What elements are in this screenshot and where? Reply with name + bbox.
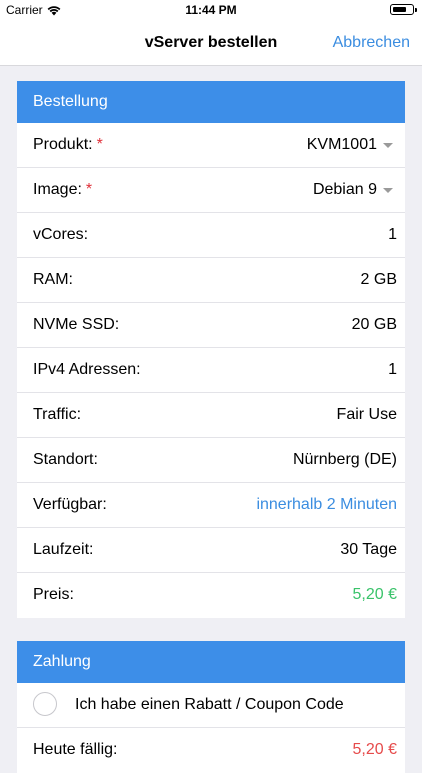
image-row[interactable]: Image: * Debian 9 (17, 168, 405, 213)
required-mark: * (96, 136, 103, 153)
location-row: Standort: Nürnberg (DE) (17, 438, 405, 483)
vcores-row: vCores: 1 (17, 213, 405, 258)
location-label: Standort: (33, 451, 98, 468)
coupon-label: Ich habe einen Rabatt / Coupon Code (75, 696, 344, 713)
dropdown-arrow-icon[interactable] (383, 188, 393, 193)
product-row[interactable]: Produkt: * KVM1001 (17, 123, 405, 168)
price-row: Preis: 5,20 € (17, 573, 405, 618)
price-value: 5,20 € (352, 586, 397, 603)
vcores-value: 1 (388, 226, 397, 243)
battery-icon (390, 4, 417, 15)
order-details-list: Produkt: * KVM1001 Image: * Debian 9 vCore… (17, 123, 405, 618)
payment-section-header: Zahlung (17, 641, 405, 683)
traffic-label: Traffic: (33, 406, 82, 423)
ram-row: RAM: 2 GB (17, 258, 405, 303)
term-label: Laufzeit: (33, 541, 94, 558)
traffic-value: Fair Use (336, 406, 397, 423)
ram-value: 2 GB (360, 271, 397, 288)
navigation-bar: vServer bestellen Abbrechen (0, 22, 422, 66)
location-value: Nürnberg (DE) (292, 451, 397, 468)
term-value: 30 Tage (340, 541, 397, 558)
cancel-button[interactable]: Abbrechen (333, 34, 410, 52)
battery-level (392, 6, 406, 12)
ssd-label: NVMe SSD: (33, 316, 120, 333)
coupon-row[interactable]: Ich habe einen Rabatt / Coupon Code (17, 683, 405, 728)
status-bar: Carrier 11:44 PM (0, 0, 422, 22)
ipv4-label: IPv4 Adressen: (33, 361, 141, 378)
coupon-radio-button[interactable] (33, 692, 57, 716)
price-label: Preis: (33, 586, 74, 603)
product-label: Produkt: * (33, 136, 103, 153)
ram-label: RAM: (33, 271, 73, 288)
image-label: Image: * (33, 181, 93, 198)
ipv4-row: IPv4 Adressen: 1 (17, 348, 405, 393)
availability-label: Verfügbar: (33, 496, 107, 513)
required-mark: * (85, 181, 93, 198)
traffic-row: Traffic: Fair Use (17, 393, 405, 438)
due-today-value: 5,20 € (352, 741, 397, 758)
image-select[interactable]: Debian 9 (313, 181, 377, 199)
term-row: Laufzeit: 30 Tage (17, 528, 405, 573)
payment-list: Ich habe einen Rabatt / Coupon Code Heut… (17, 683, 405, 773)
ssd-value: 20 GB (351, 316, 397, 333)
ssd-row: NVMe SSD: 20 GB (17, 303, 405, 348)
due-today-row: Heute fällig: 5,20 € (17, 728, 405, 773)
ipv4-value: 1 (388, 361, 397, 378)
availability-value: innerhalb 2 Minuten (256, 496, 397, 513)
status-time: 11:44 PM (185, 3, 237, 17)
product-select[interactable]: KVM1001 (307, 136, 377, 154)
order-section-header: Bestellung (17, 81, 405, 123)
dropdown-arrow-icon[interactable] (383, 143, 393, 148)
availability-row: Verfügbar: innerhalb 2 Minuten (17, 483, 405, 528)
due-today-label: Heute fällig: (33, 741, 118, 758)
vcores-label: vCores: (33, 226, 89, 243)
